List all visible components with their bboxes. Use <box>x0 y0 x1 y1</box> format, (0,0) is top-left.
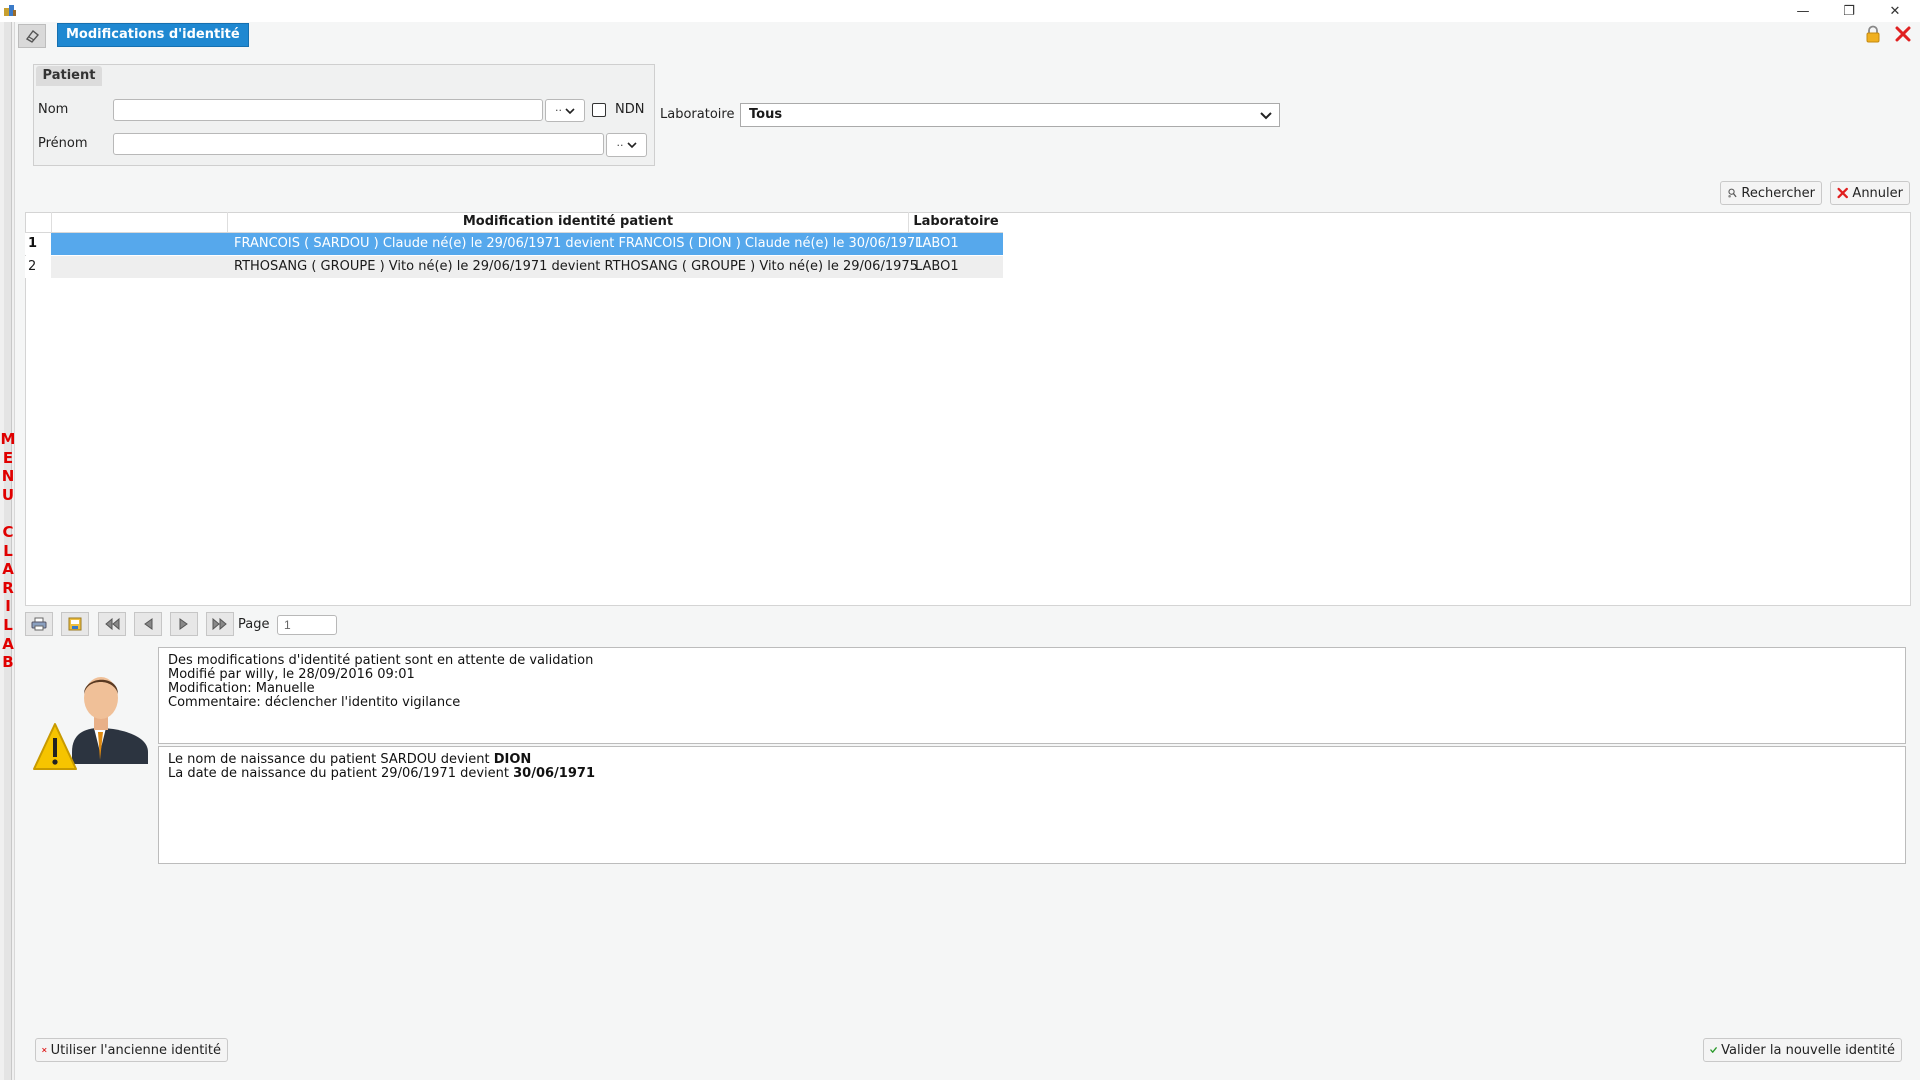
row-laboratoire: LABO1 <box>915 259 959 274</box>
nom-operator-select[interactable]: .. <box>545 99 585 122</box>
eraser-icon <box>25 30 40 43</box>
cancel-icon <box>42 1047 47 1053</box>
chevron-down-icon <box>1260 112 1272 120</box>
menu-letter: C <box>2 522 14 541</box>
close-icon: ✕ <box>1889 3 1901 19</box>
title-bar <box>0 0 1920 22</box>
detail-name-prefix: Le nom de naissance du patient SARDOU de… <box>168 752 494 767</box>
row-modification: FRANCOIS ( SARDOU ) Claude né(e) le 29/0… <box>234 236 924 251</box>
column-header-index[interactable] <box>25 212 52 232</box>
search-button-label: Rechercher <box>1741 185 1815 201</box>
laboratoire-label: Laboratoire <box>660 107 735 122</box>
menu-letter: M <box>0 430 16 448</box>
nom-operator-value: .. <box>555 101 562 114</box>
tab-modifications-identite[interactable]: Modifications d'identité <box>57 23 249 47</box>
menu-letter: I <box>5 597 11 616</box>
close-tab-icon[interactable] <box>1894 25 1912 43</box>
prenom-input[interactable] <box>113 133 604 155</box>
detail-birthdate-value: 30/06/1971 <box>513 766 595 781</box>
ndn-checkbox[interactable] <box>592 103 606 117</box>
detail-line-name: Le nom de naissance du patient SARDOU de… <box>168 753 1896 767</box>
detail-birthdate-prefix: La date de naissance du patient 29/06/19… <box>168 766 514 781</box>
cancel-button-label: Annuler <box>1852 185 1903 201</box>
menu-letter: L <box>3 615 13 634</box>
row-laboratoire: LABO1 <box>915 236 959 251</box>
checkmark-icon <box>1710 1047 1717 1053</box>
menu-clarilab[interactable]: MENU CLARILAB <box>0 430 16 672</box>
message-line: Des modifications d'identité patient son… <box>168 653 594 668</box>
row-modification: RTHOSANG ( GROUPE ) Vito né(e) le 29/06/… <box>234 259 918 274</box>
previous-page-button[interactable] <box>134 612 162 636</box>
search-user-icon <box>1728 188 1737 198</box>
export-button[interactable] <box>61 612 89 636</box>
window-close-button[interactable]: ✕ <box>1872 0 1918 22</box>
minimize-icon: — <box>1796 3 1810 19</box>
detail-line-birthdate: La date de naissance du patient 29/06/19… <box>168 767 1896 781</box>
nom-label: Nom <box>38 102 69 117</box>
use-old-identity-label: Utiliser l'ancienne identité <box>50 1042 221 1058</box>
table-row[interactable]: 2 RTHOSANG ( GROUPE ) Vito né(e) le 29/0… <box>25 256 1003 278</box>
message-line: Modifié par willy, le 28/09/2016 09:01 <box>168 667 415 682</box>
menu-letter: A <box>2 634 14 653</box>
detail-name-value: DION <box>493 752 532 767</box>
row-number: 2 <box>25 256 51 278</box>
menu-letter: L <box>3 541 13 560</box>
app-icon <box>3 3 17 17</box>
export-icon <box>68 617 82 631</box>
restore-icon: ❐ <box>1843 3 1855 19</box>
message-box: Des modifications d'identité patient son… <box>158 647 1906 744</box>
ndn-label: NDN <box>615 102 645 117</box>
tab-menu-button[interactable] <box>18 24 46 48</box>
menu-letter <box>0 504 16 523</box>
menu-letter: A <box>2 560 14 579</box>
next-page-icon <box>179 618 188 630</box>
column-header-spacer <box>52 212 228 232</box>
cancel-button[interactable]: Annuler <box>1830 181 1910 205</box>
menu-letter: U <box>1 485 15 504</box>
validate-new-identity-label: Valider la nouvelle identité <box>1721 1042 1895 1058</box>
prenom-label: Prénom <box>38 136 88 151</box>
nom-input[interactable] <box>113 99 543 121</box>
detail-box: Le nom de naissance du patient SARDOU de… <box>158 746 1906 864</box>
last-page-icon <box>212 617 227 631</box>
first-page-icon <box>105 617 120 631</box>
warning-user-icon <box>32 656 150 772</box>
validate-new-identity-button[interactable]: Valider la nouvelle identité <box>1703 1038 1902 1062</box>
restore-button[interactable]: ❐ <box>1826 0 1872 22</box>
menu-letter: E <box>2 448 14 467</box>
lock-icon[interactable] <box>1864 25 1882 43</box>
message-line: Modification: Manuelle <box>168 681 315 696</box>
patient-group-label: Patient <box>36 66 102 86</box>
menu-letter: N <box>1 467 15 486</box>
previous-page-icon <box>144 618 153 630</box>
table-row[interactable]: 1 FRANCOIS ( SARDOU ) Claude né(e) le 29… <box>25 233 1003 255</box>
printer-icon <box>31 617 47 631</box>
page-label: Page <box>238 617 270 632</box>
laboratoire-value: Tous <box>749 107 783 122</box>
first-page-button[interactable] <box>98 612 126 636</box>
search-button[interactable]: Rechercher <box>1720 181 1822 205</box>
next-page-button[interactable] <box>170 612 198 636</box>
chevron-down-icon <box>565 107 575 114</box>
page-input[interactable] <box>277 615 337 635</box>
use-old-identity-button[interactable]: Utiliser l'ancienne identité <box>35 1038 228 1062</box>
message-line: Commentaire: déclencher l'identito vigil… <box>168 695 461 710</box>
laboratoire-select[interactable]: Tous <box>740 103 1280 127</box>
row-number: 1 <box>25 233 51 255</box>
cancel-icon <box>1837 187 1848 199</box>
prenom-operator-value: .. <box>616 135 624 149</box>
column-header-laboratoire[interactable]: Laboratoire <box>909 212 1003 232</box>
last-page-button[interactable] <box>206 612 234 636</box>
prenom-operator-select[interactable]: .. <box>606 133 647 157</box>
minimize-button[interactable]: — <box>1780 0 1826 22</box>
column-header-modification[interactable]: Modification identité patient <box>228 212 909 232</box>
menu-letter: B <box>2 653 14 672</box>
print-button[interactable] <box>25 612 53 636</box>
menu-letter: R <box>2 578 14 597</box>
chevron-down-icon <box>626 142 637 149</box>
